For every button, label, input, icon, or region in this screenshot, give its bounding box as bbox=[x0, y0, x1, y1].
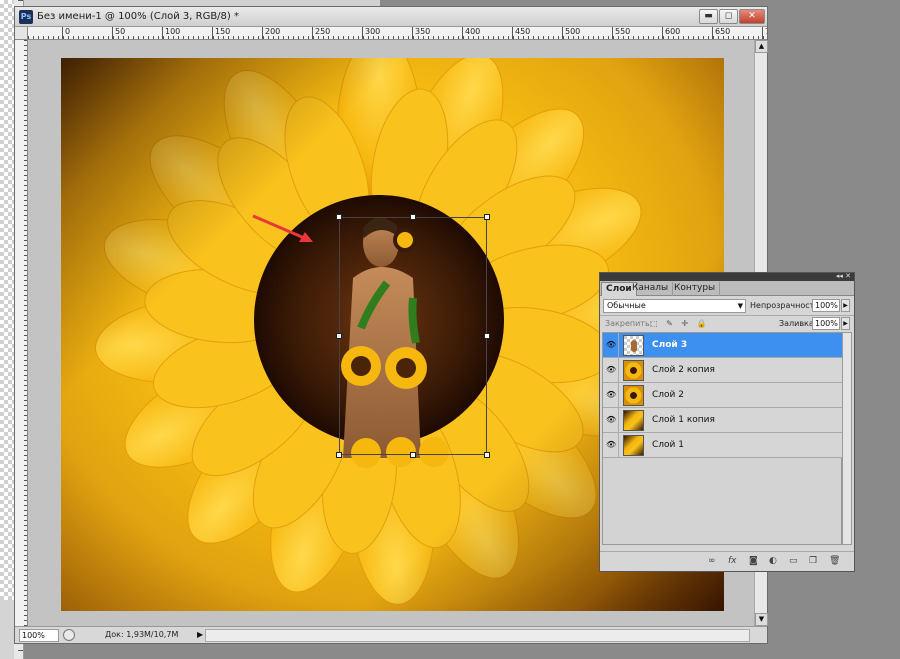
eye-column-divider bbox=[618, 358, 619, 383]
new-layer-icon[interactable]: ❐ bbox=[809, 556, 817, 566]
ruler-tick: 50 bbox=[112, 27, 125, 39]
panel-collapse-icon[interactable]: ◂◂ ✕ bbox=[836, 272, 851, 280]
layer-thumbnail bbox=[623, 335, 644, 356]
ruler-tick: 300 bbox=[362, 27, 380, 39]
transparency-checker bbox=[0, 0, 14, 600]
layer-thumbnail bbox=[623, 435, 644, 456]
blend-mode-value: Обычные bbox=[607, 301, 646, 310]
ruler-tick: 700 bbox=[762, 27, 767, 39]
layer-row[interactable]: 👁 Слой 1 bbox=[603, 433, 843, 458]
layers-list: 👁 Слой 3 👁 Слой 2 копия 👁 Слой 2 👁 Слой … bbox=[602, 332, 843, 545]
eye-column-divider bbox=[618, 333, 619, 358]
panel-tabs: Слои Каналы Контуры bbox=[600, 281, 854, 296]
document-titlebar[interactable]: Ps Без имени-1 @ 100% (Слой 3, RGB/8) * … bbox=[15, 7, 767, 27]
ruler-tick: 0 bbox=[62, 27, 70, 39]
lock-icons[interactable]: ⬚ ✎ ✛ 🔒 bbox=[650, 319, 710, 328]
opacity-field[interactable]: 100% bbox=[812, 299, 840, 312]
eye-icon[interactable]: 👁 bbox=[606, 366, 616, 374]
panel-footer: ∞ fx ◙ ◐ ▭ ❐ 🗑 bbox=[600, 551, 854, 571]
tab-channels[interactable]: Каналы bbox=[628, 282, 674, 296]
adjustment-icon[interactable]: ◐ bbox=[769, 556, 777, 566]
ruler-tick: 400 bbox=[462, 27, 480, 39]
blend-mode-select[interactable]: Обычные ▼ bbox=[603, 299, 746, 313]
layer-row[interactable]: 👁 Слой 2 bbox=[603, 383, 843, 408]
scroll-up-icon[interactable]: ▲ bbox=[755, 40, 768, 53]
transform-handle[interactable] bbox=[336, 452, 342, 458]
fill-slider-arrow-icon[interactable]: ▶ bbox=[841, 317, 850, 330]
ruler-tick: 650 bbox=[712, 27, 730, 39]
group-icon[interactable]: ▭ bbox=[789, 556, 798, 566]
eye-column-divider bbox=[618, 408, 619, 433]
panel-header[interactable]: ◂◂ ✕ bbox=[600, 272, 854, 281]
layer-name: Слой 3 bbox=[652, 340, 688, 350]
transform-handle[interactable] bbox=[336, 333, 342, 339]
close-button[interactable]: ✕ bbox=[739, 9, 765, 24]
fx-icon[interactable]: fx bbox=[728, 556, 737, 566]
ruler-tick: 350 bbox=[412, 27, 430, 39]
transform-handle[interactable] bbox=[336, 214, 342, 220]
ruler-tick: 450 bbox=[512, 27, 530, 39]
status-bar: 100% Док: 1,93M/10,7M ▶ bbox=[15, 626, 767, 643]
trash-icon[interactable]: 🗑 bbox=[829, 556, 840, 566]
tab-paths[interactable]: Контуры bbox=[670, 282, 721, 296]
layer-name: Слой 2 копия bbox=[652, 365, 715, 375]
layer-thumbnail bbox=[623, 385, 644, 406]
transform-handle[interactable] bbox=[410, 452, 416, 458]
layers-scrollbar[interactable] bbox=[842, 332, 852, 545]
opacity-slider-arrow-icon[interactable]: ▶ bbox=[841, 299, 850, 312]
eye-icon[interactable]: 👁 bbox=[606, 341, 616, 349]
ruler-tick: 550 bbox=[612, 27, 630, 39]
transform-handle[interactable] bbox=[484, 452, 490, 458]
minimize-button[interactable]: ▬ bbox=[699, 9, 718, 24]
opacity-label: Непрозрачность: bbox=[750, 301, 822, 310]
layer-name: Слой 2 bbox=[652, 390, 684, 400]
panel-divider bbox=[600, 315, 854, 316]
layer-name: Слой 1 bbox=[652, 440, 684, 450]
transform-handle[interactable] bbox=[484, 333, 490, 339]
layer-row[interactable]: 👁 Слой 3 bbox=[603, 333, 843, 358]
chevron-down-icon: ▼ bbox=[737, 302, 743, 310]
ruler-tick: 150 bbox=[212, 27, 230, 39]
document-title: Без имени-1 @ 100% (Слой 3, RGB/8) * bbox=[37, 11, 239, 22]
eye-column-divider bbox=[618, 383, 619, 408]
fill-field[interactable]: 100% bbox=[812, 317, 840, 330]
document-size-info: Док: 1,93M/10,7M bbox=[105, 630, 179, 639]
photoshop-icon: Ps bbox=[19, 10, 33, 24]
ruler-tick: 250 bbox=[312, 27, 330, 39]
status-menu-arrow-icon[interactable]: ▶ bbox=[197, 630, 203, 639]
layer-thumbnail bbox=[623, 410, 644, 431]
ruler-tick: 100 bbox=[162, 27, 180, 39]
horizontal-scrollbar[interactable] bbox=[205, 629, 750, 642]
transform-bounding-box[interactable] bbox=[336, 214, 490, 458]
layer-row[interactable]: 👁 Слой 2 копия bbox=[603, 358, 843, 383]
eye-icon[interactable]: 👁 bbox=[606, 441, 616, 449]
restore-button[interactable]: ◻ bbox=[719, 9, 738, 24]
zoom-field[interactable]: 100% bbox=[19, 629, 59, 642]
ruler-corner[interactable] bbox=[15, 27, 28, 40]
layer-thumbnail bbox=[623, 360, 644, 381]
mask-icon[interactable]: ◙ bbox=[749, 556, 758, 566]
status-options-icon[interactable] bbox=[63, 629, 75, 641]
layer-row[interactable]: 👁 Слой 1 копия bbox=[603, 408, 843, 433]
transform-handle[interactable] bbox=[484, 214, 490, 220]
vertical-ruler[interactable] bbox=[15, 40, 28, 626]
ruler-tick: 600 bbox=[662, 27, 680, 39]
transform-handle[interactable] bbox=[410, 214, 416, 220]
ruler-tick: 200 bbox=[262, 27, 280, 39]
eye-icon[interactable]: 👁 bbox=[606, 391, 616, 399]
eye-icon[interactable]: 👁 bbox=[606, 416, 616, 424]
layers-panel[interactable]: ◂◂ ✕ Слои Каналы Контуры Обычные ▼ Непро… bbox=[599, 272, 855, 572]
ruler-tick: 500 bbox=[562, 27, 580, 39]
link-icon[interactable]: ∞ bbox=[708, 556, 716, 566]
scroll-down-icon[interactable]: ▼ bbox=[755, 613, 768, 626]
layer-name: Слой 1 копия bbox=[652, 415, 715, 425]
lock-label: Закрепить: bbox=[605, 319, 653, 328]
fill-label: Заливка: bbox=[779, 319, 817, 328]
horizontal-ruler[interactable]: 0 50 100 150 200 250 300 350 400 450 500… bbox=[28, 27, 767, 40]
eye-column-divider bbox=[618, 433, 619, 458]
